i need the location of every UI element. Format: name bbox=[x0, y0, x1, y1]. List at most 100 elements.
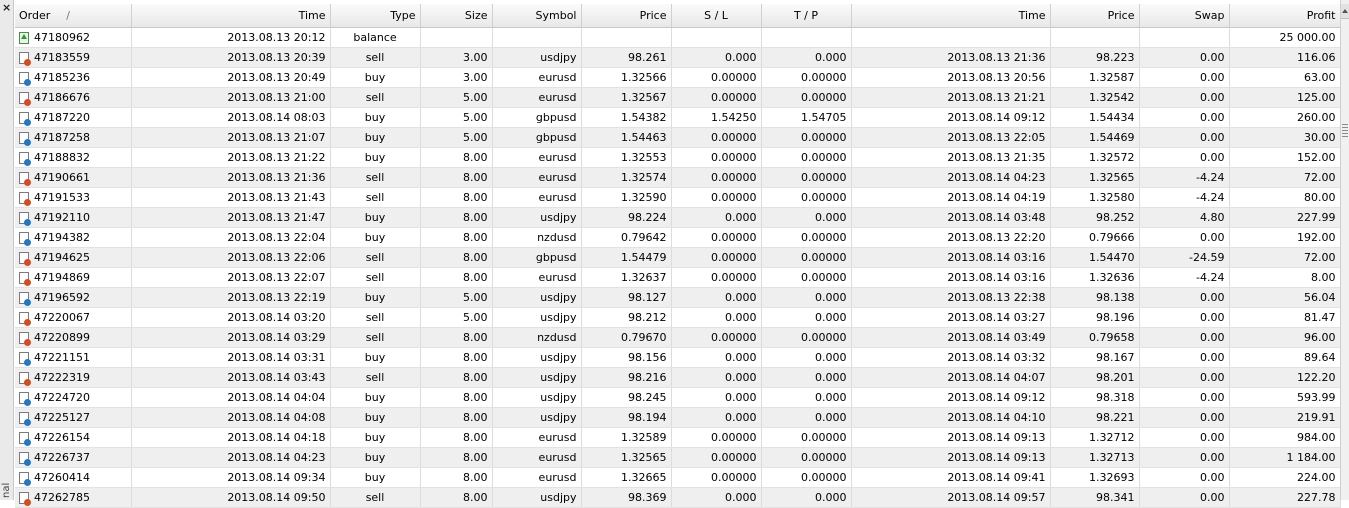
table-row[interactable]: 47262785 2013.08.14 09:50 sell 8.00 usdjpy 98… bbox=[15, 487, 1341, 508]
scroll-up-icon[interactable] bbox=[1341, 4, 1349, 19]
order-number: 47262785 bbox=[34, 491, 90, 504]
table-row[interactable]: 47194869 2013.08.13 22:07 sell 8.00 eurusd 1.… bbox=[15, 267, 1341, 288]
order-number: 47183559 bbox=[34, 51, 90, 64]
cell-sl: 0.000 bbox=[671, 487, 762, 508]
cell-symbol: usdjpy bbox=[492, 207, 582, 228]
cell-order: 47190661 bbox=[15, 167, 132, 188]
table-row[interactable]: 47196592 2013.08.13 22:19 buy 5.00 usdjpy 98.… bbox=[15, 287, 1341, 308]
cell-open-price: 98.127 bbox=[581, 287, 672, 308]
cell-type: sell bbox=[330, 487, 421, 508]
cell-open-time: 2013.08.13 21:47 bbox=[131, 207, 331, 228]
table-row[interactable]: 47224720 2013.08.14 04:04 buy 8.00 usdjpy 98.… bbox=[15, 387, 1341, 408]
table-row[interactable]: 47183559 2013.08.13 20:39 sell 3.00 usdjpy 98… bbox=[15, 47, 1341, 68]
table-row[interactable]: 47186676 2013.08.13 21:00 sell 5.00 eurusd 1.… bbox=[15, 87, 1341, 108]
col-header-open-price[interactable]: Price bbox=[581, 4, 672, 28]
col-header-tp[interactable]: T / P bbox=[761, 4, 852, 28]
order-number: 47196592 bbox=[34, 291, 90, 304]
cell-open-time: 2013.08.14 09:34 bbox=[131, 467, 331, 488]
cell-close-time: 2013.08.14 03:49 bbox=[851, 327, 1051, 348]
table-row[interactable]: 47260414 2013.08.14 09:34 buy 8.00 eurusd 1.3… bbox=[15, 467, 1341, 488]
cell-profit: 260.00 bbox=[1229, 107, 1341, 128]
table-row[interactable]: 47220067 2013.08.14 03:20 sell 5.00 usdjpy 98… bbox=[15, 307, 1341, 328]
cell-size: 8.00 bbox=[420, 167, 493, 188]
table-row[interactable]: 47180962 2013.08.13 20:12 balance 25 000.00 bbox=[15, 27, 1341, 48]
table-row[interactable]: 47226154 2013.08.14 04:18 buy 8.00 eurusd 1.3… bbox=[15, 427, 1341, 448]
cell-symbol: gbpusd bbox=[492, 127, 582, 148]
cell-close-price: 98.252 bbox=[1050, 207, 1140, 228]
col-header-profit[interactable]: Profit bbox=[1229, 4, 1341, 28]
table-row[interactable]: 47185236 2013.08.13 20:49 buy 3.00 eurusd 1.3… bbox=[15, 67, 1341, 88]
cell-tp: 0.000 bbox=[761, 367, 852, 388]
cell-open-price: 98.224 bbox=[581, 207, 672, 228]
table-row[interactable]: 47194625 2013.08.13 22:06 sell 8.00 gbpusd 1.… bbox=[15, 247, 1341, 268]
table-row[interactable]: 47188832 2013.08.13 21:22 buy 8.00 eurusd 1.3… bbox=[15, 147, 1341, 168]
table-row[interactable]: 47187258 2013.08.13 21:07 buy 5.00 gbpusd 1.5… bbox=[15, 127, 1341, 148]
table-row[interactable]: 47225127 2013.08.14 04:08 buy 8.00 usdjpy 98.… bbox=[15, 407, 1341, 428]
cell-sl: 0.000 bbox=[671, 387, 762, 408]
cell-type: buy bbox=[330, 227, 421, 248]
cell-sl: 0.00000 bbox=[671, 467, 762, 488]
cell-symbol: eurusd bbox=[492, 147, 582, 168]
cell-open-time: 2013.08.14 04:08 bbox=[131, 407, 331, 428]
table-row[interactable]: 47192110 2013.08.13 21:47 buy 8.00 usdjpy 98.… bbox=[15, 207, 1341, 228]
order-number: 47224720 bbox=[34, 391, 90, 404]
order-number: 47221151 bbox=[34, 351, 90, 364]
col-header-size[interactable]: Size bbox=[420, 4, 493, 28]
col-header-order[interactable]: Order / bbox=[15, 4, 132, 28]
cell-open-time: 2013.08.13 21:36 bbox=[131, 167, 331, 188]
cell-open-price: 1.32553 bbox=[581, 147, 672, 168]
cell-size: 8.00 bbox=[420, 447, 493, 468]
cell-open-time: 2013.08.14 09:50 bbox=[131, 487, 331, 508]
col-header-close-price[interactable]: Price bbox=[1050, 4, 1140, 28]
table-row[interactable]: 47222319 2013.08.14 03:43 sell 8.00 usdjpy 98… bbox=[15, 367, 1341, 388]
order-cell-content: 47194382 bbox=[19, 231, 127, 246]
cell-swap: 0.00 bbox=[1139, 127, 1230, 148]
table-row[interactable]: 47190661 2013.08.13 21:36 sell 8.00 eurusd 1.… bbox=[15, 167, 1341, 188]
col-header-sl[interactable]: S / L bbox=[671, 4, 762, 28]
cell-order: 47191533 bbox=[15, 187, 132, 208]
cell-sl: 0.00000 bbox=[671, 247, 762, 268]
col-header-symbol[interactable]: Symbol bbox=[492, 4, 582, 28]
order-cell-content: 47220067 bbox=[19, 311, 127, 326]
cell-close-price: 98.201 bbox=[1050, 367, 1140, 388]
cell-profit: 227.99 bbox=[1229, 207, 1341, 228]
cell-close-time: 2013.08.14 03:32 bbox=[851, 347, 1051, 368]
cell-close-price: 1.54470 bbox=[1050, 247, 1140, 268]
cell-symbol: eurusd bbox=[492, 87, 582, 108]
cell-type: buy bbox=[330, 127, 421, 148]
col-header-type[interactable]: Type bbox=[330, 4, 421, 28]
vertical-scrollbar[interactable] bbox=[1340, 0, 1349, 500]
cell-symbol: nzdusd bbox=[492, 327, 582, 348]
close-icon[interactable]: × bbox=[2, 2, 11, 13]
cell-open-time: 2013.08.13 21:43 bbox=[131, 187, 331, 208]
col-header-swap[interactable]: Swap bbox=[1139, 4, 1230, 28]
col-header-open-time[interactable]: Time bbox=[131, 4, 331, 28]
cell-type: buy bbox=[330, 447, 421, 468]
sort-indicator-icon: / bbox=[66, 9, 70, 22]
table-row[interactable]: 47226737 2013.08.14 04:23 buy 8.00 eurusd 1.3… bbox=[15, 447, 1341, 468]
cell-profit: 30.00 bbox=[1229, 127, 1341, 148]
buy-order-icon bbox=[19, 131, 31, 146]
cell-open-time: 2013.08.13 20:12 bbox=[131, 27, 331, 48]
cell-sl: 0.00000 bbox=[671, 267, 762, 288]
cell-type: balance bbox=[330, 27, 421, 48]
cell-type: sell bbox=[330, 307, 421, 328]
table-row[interactable]: 47194382 2013.08.13 22:04 buy 8.00 nzdusd 0.7… bbox=[15, 227, 1341, 248]
col-header-close-time[interactable]: Time bbox=[851, 4, 1051, 28]
cell-swap: -24.59 bbox=[1139, 247, 1230, 268]
order-number: 47187220 bbox=[34, 111, 90, 124]
cell-open-price: 0.79670 bbox=[581, 327, 672, 348]
cell-close-time: 2013.08.14 09:13 bbox=[851, 427, 1051, 448]
table-row[interactable]: 47221151 2013.08.14 03:31 buy 8.00 usdjpy 98.… bbox=[15, 347, 1341, 368]
cell-order: 47194625 bbox=[15, 247, 132, 268]
resize-grip-icon[interactable] bbox=[1342, 124, 1348, 138]
cell-size: 8.00 bbox=[420, 207, 493, 228]
cell-open-price: 98.212 bbox=[581, 307, 672, 328]
cell-open-time: 2013.08.14 03:43 bbox=[131, 367, 331, 388]
table-row[interactable]: 47191533 2013.08.13 21:43 sell 8.00 eurusd 1.… bbox=[15, 187, 1341, 208]
table-row[interactable]: 47187220 2013.08.14 08:03 buy 5.00 gbpusd 1.5… bbox=[15, 107, 1341, 128]
cell-size: 8.00 bbox=[420, 147, 493, 168]
order-cell-content: 47183559 bbox=[19, 51, 127, 66]
table-row[interactable]: 47220899 2013.08.14 03:29 sell 8.00 nzdusd 0.… bbox=[15, 327, 1341, 348]
order-cell-content: 47185236 bbox=[19, 71, 127, 86]
